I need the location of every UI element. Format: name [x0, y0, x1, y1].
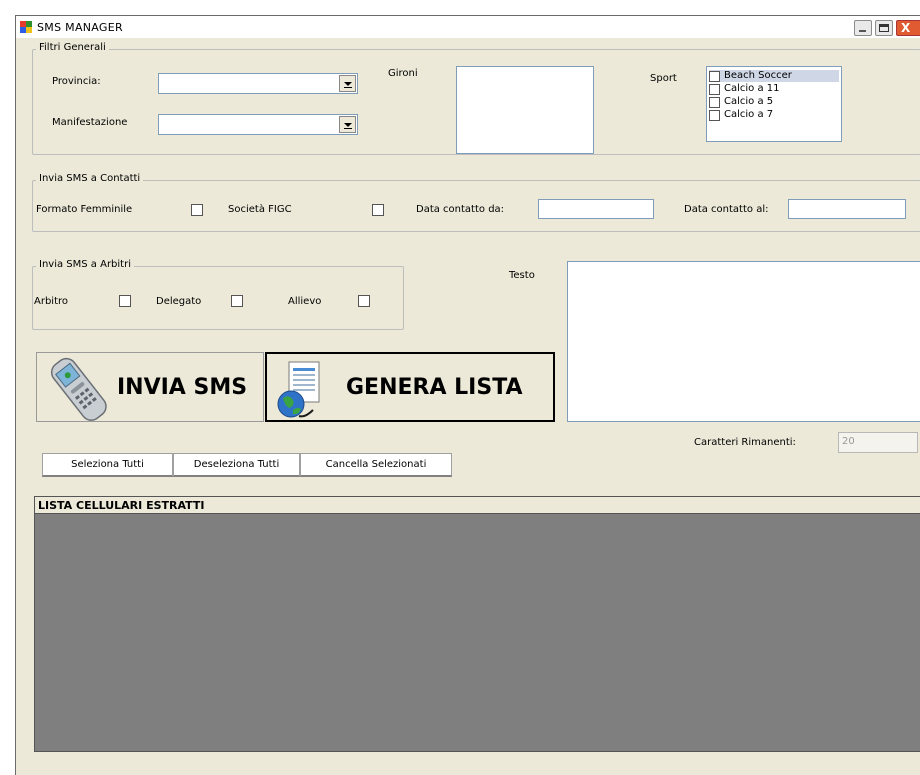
maximize-icon [879, 24, 889, 32]
send-sms-button[interactable]: INVIA SMS [36, 352, 264, 422]
date-to-label: Data contatto al: [684, 204, 769, 215]
mobile-phone-icon [50, 357, 107, 421]
select-all-button[interactable]: Seleziona Tutti [42, 453, 173, 477]
chevron-down-icon[interactable] [339, 75, 356, 92]
referees-group: Invia SMS a Arbitri [32, 259, 404, 330]
arbitro-checkbox[interactable] [119, 295, 131, 307]
sport-option[interactable]: Beach Soccer [709, 70, 839, 82]
allievo-label: Allievo [288, 296, 322, 307]
phone-list-header: LISTA CELLULARI ESTRATTI [35, 497, 920, 514]
remaining-chars-value: 20 [842, 436, 855, 447]
figc-company-checkbox[interactable] [372, 204, 384, 216]
generate-list-button[interactable]: GENERA LISTA [265, 352, 555, 422]
referees-legend: Invia SMS a Arbitri [36, 259, 134, 270]
message-textarea[interactable] [567, 261, 920, 422]
sport-option-checkbox[interactable] [709, 71, 720, 82]
remaining-chars-field: 20 [838, 432, 918, 453]
minimize-button[interactable] [854, 20, 872, 36]
sport-option-checkbox[interactable] [709, 110, 720, 121]
sport-option-label: Calcio a 5 [724, 96, 774, 107]
sport-label: Sport [650, 73, 677, 84]
maximize-button[interactable] [875, 20, 893, 36]
phone-list-grid[interactable]: LISTA CELLULARI ESTRATTI [34, 496, 920, 752]
sport-option[interactable]: Calcio a 5 [709, 96, 839, 108]
sport-option-label: Beach Soccer [724, 70, 792, 81]
female-format-checkbox[interactable] [191, 204, 203, 216]
sport-option-checkbox[interactable] [709, 84, 720, 95]
sport-option-label: Calcio a 11 [724, 83, 780, 94]
date-from-label: Data contatto da: [416, 204, 505, 215]
gironi-listbox[interactable] [456, 66, 594, 154]
contacts-legend: Invia SMS a Contatti [36, 173, 144, 184]
event-label: Manifestazione [52, 117, 128, 128]
main-window: SMS MANAGER X Filtri Generali Provincia:… [15, 15, 920, 775]
figc-company-label: Società FIGC [228, 204, 292, 215]
app-icon [20, 21, 32, 33]
send-sms-label: INVIA SMS [117, 375, 248, 400]
sport-option[interactable]: Calcio a 11 [709, 83, 839, 95]
sport-option[interactable]: Calcio a 7 [709, 109, 839, 121]
close-button[interactable]: X [896, 20, 920, 36]
document-globe-icon [277, 361, 320, 418]
generate-list-label: GENERA LISTA [346, 375, 523, 400]
close-icon: X [901, 21, 911, 35]
title-bar[interactable]: SMS MANAGER X [16, 16, 920, 38]
deselect-all-button[interactable]: Deseleziona Tutti [173, 453, 300, 477]
arbitro-label: Arbitro [34, 296, 69, 307]
gironi-label: Gironi [388, 68, 418, 79]
female-format-label: Formato Femminile [36, 204, 133, 215]
allievo-checkbox[interactable] [358, 295, 370, 307]
date-from-field[interactable] [538, 199, 654, 219]
general-filters-legend: Filtri Generali [36, 42, 109, 53]
delete-selected-button[interactable]: Cancella Selezionati [300, 453, 452, 477]
province-label: Provincia: [52, 76, 101, 87]
date-to-field[interactable] [788, 199, 906, 219]
province-select[interactable] [158, 73, 358, 94]
window-title: SMS MANAGER [37, 21, 123, 34]
delegato-checkbox[interactable] [231, 295, 243, 307]
sport-option-label: Calcio a 7 [724, 109, 774, 120]
text-label: Testo [509, 270, 535, 281]
delegato-label: Delegato [156, 296, 202, 307]
sport-listbox[interactable]: Beach Soccer Calcio a 11 Calcio a 5 Calc… [706, 66, 842, 142]
minimize-icon [859, 30, 866, 32]
remaining-chars-label: Caratteri Rimanenti: [694, 437, 796, 448]
event-select[interactable] [158, 114, 358, 135]
sport-option-checkbox[interactable] [709, 97, 720, 108]
chevron-down-icon[interactable] [339, 116, 356, 133]
